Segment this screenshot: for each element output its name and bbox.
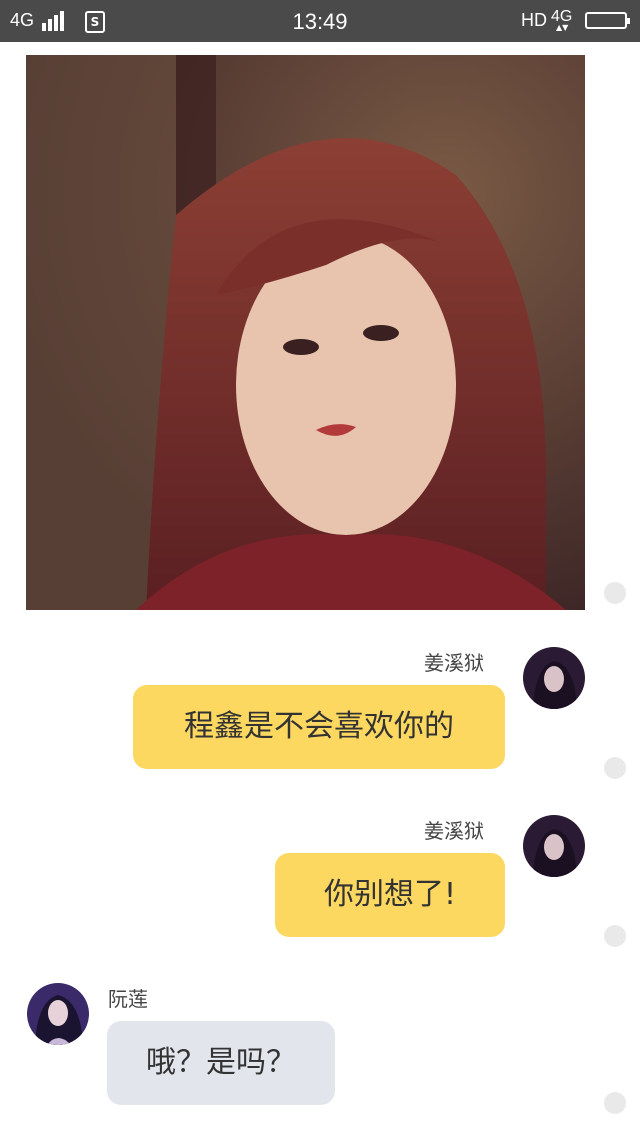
sender-name: 姜溪狱: [424, 651, 484, 675]
status-bar: 4G S 13:49 HD 4G ▲▼: [0, 0, 640, 42]
avatar-icon: [523, 815, 585, 877]
chat-photo[interactable]: [26, 55, 585, 610]
avatar[interactable]: [523, 815, 585, 877]
avatar[interactable]: [27, 983, 89, 1045]
status-dot: [604, 925, 626, 947]
message-bubble[interactable]: 哦？是吗？: [107, 1021, 335, 1105]
sender-name: 姜溪狱: [424, 819, 484, 843]
status-dot: [604, 582, 626, 604]
avatar-icon: [27, 983, 89, 1045]
status-dot: [604, 1092, 626, 1114]
status-dot: [604, 757, 626, 779]
battery-icon: [585, 12, 630, 29]
message-bubble[interactable]: 程鑫是不会喜欢你的: [133, 685, 505, 769]
avatar-icon: [523, 647, 585, 709]
sender-name: 阮莲: [108, 987, 148, 1011]
hd-indicator: HD: [521, 10, 547, 30]
data-arrows-icon: ▲▼: [556, 23, 569, 32]
avatar[interactable]: [523, 647, 585, 709]
portrait-photo-icon: [26, 55, 585, 610]
message-bubble[interactable]: 你别想了!: [275, 853, 505, 937]
